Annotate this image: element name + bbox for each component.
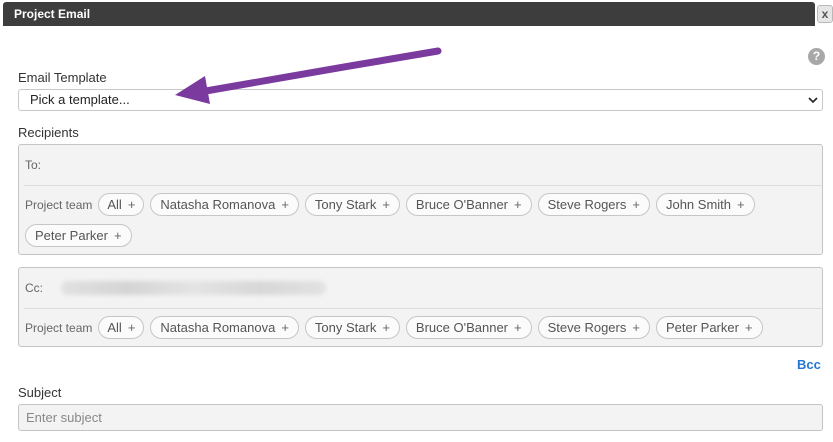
cc-chip-steve-rogers[interactable]: Steve Rogers + [537,316,650,339]
chip-label: Tony Stark [314,197,377,212]
plus-icon: + [382,320,390,335]
dialog-title: Project Email [3,2,815,26]
chip-label: Natasha Romanova [160,320,276,335]
to-chip-tony-stark[interactable]: Tony Stark + [304,193,400,216]
to-chip-steve-rogers[interactable]: Steve Rogers + [537,193,650,216]
plus-icon: + [382,197,390,212]
cc-chip-all[interactable]: All + [98,316,145,339]
subject-label: Subject [18,385,62,400]
to-chip-row: Project team All + Natasha Romanova + Tony… [19,193,822,247]
chip-label: Bruce O'Banner [415,320,509,335]
chevron-down-icon [808,97,818,104]
chip-label: Steve Rogers [547,197,627,212]
cc-recipients-box: Cc: Project team All + Natasha Romanova + … [18,267,823,347]
bcc-link[interactable]: Bcc [797,357,821,372]
to-chip-john-smith[interactable]: John Smith + [655,193,755,216]
recipients-label: Recipients [18,125,79,140]
plus-icon: + [281,197,289,212]
plus-icon: + [514,197,522,212]
email-template-label: Email Template [18,70,107,85]
cc-chip-row: Project team All + Natasha Romanova + Tony… [19,316,822,339]
plus-icon: + [127,197,136,212]
to-chip-natasha-romanova[interactable]: Natasha Romanova + [150,193,299,216]
cc-group-label: Project team [25,320,93,335]
cc-label: Cc: [25,281,43,295]
cc-input[interactable] [326,277,822,299]
cc-redacted-email [61,281,326,295]
to-recipients-box: To: Project team All + Natasha Romanova + … [18,144,823,255]
plus-icon: + [113,228,122,243]
close-icon[interactable]: x [817,5,833,23]
chip-label: Tony Stark [314,320,377,335]
help-icon[interactable]: ? [808,48,825,65]
email-template-select[interactable]: Pick a template... [18,89,823,111]
cc-chip-bruce-obanner[interactable]: Bruce O'Banner + [405,316,532,339]
cc-chip-tony-stark[interactable]: Tony Stark + [304,316,400,339]
chip-label: Peter Parker [35,228,108,243]
subject-input[interactable] [18,404,823,431]
plus-icon: + [281,320,289,335]
to-group-label: Project team [25,197,93,212]
chip-label: All [107,320,122,335]
cc-chip-natasha-romanova[interactable]: Natasha Romanova + [150,316,299,339]
chip-label: Steve Rogers [547,320,627,335]
plus-icon: + [127,320,136,335]
to-chip-peter-parker[interactable]: Peter Parker + [25,224,132,247]
cc-divider [24,308,822,309]
chip-label: Peter Parker [665,320,739,335]
to-chip-all[interactable]: All + [98,193,145,216]
chip-label: Natasha Romanova [160,197,276,212]
to-chip-bruce-obanner[interactable]: Bruce O'Banner + [405,193,532,216]
to-row: To: [19,154,822,176]
plus-icon: + [737,197,745,212]
plus-icon: + [632,320,640,335]
plus-icon: + [514,320,522,335]
email-template-selected: Pick a template... [30,92,130,107]
to-input[interactable] [47,154,822,176]
plus-icon: + [744,320,753,335]
chip-label: Bruce O'Banner [415,197,509,212]
chip-label: John Smith [665,197,732,212]
cc-chip-peter-parker[interactable]: Peter Parker + [655,316,763,339]
to-divider [24,185,822,186]
chip-label: All [107,197,122,212]
cc-row: Cc: [19,277,822,299]
plus-icon: + [632,197,640,212]
to-label: To: [25,158,42,172]
